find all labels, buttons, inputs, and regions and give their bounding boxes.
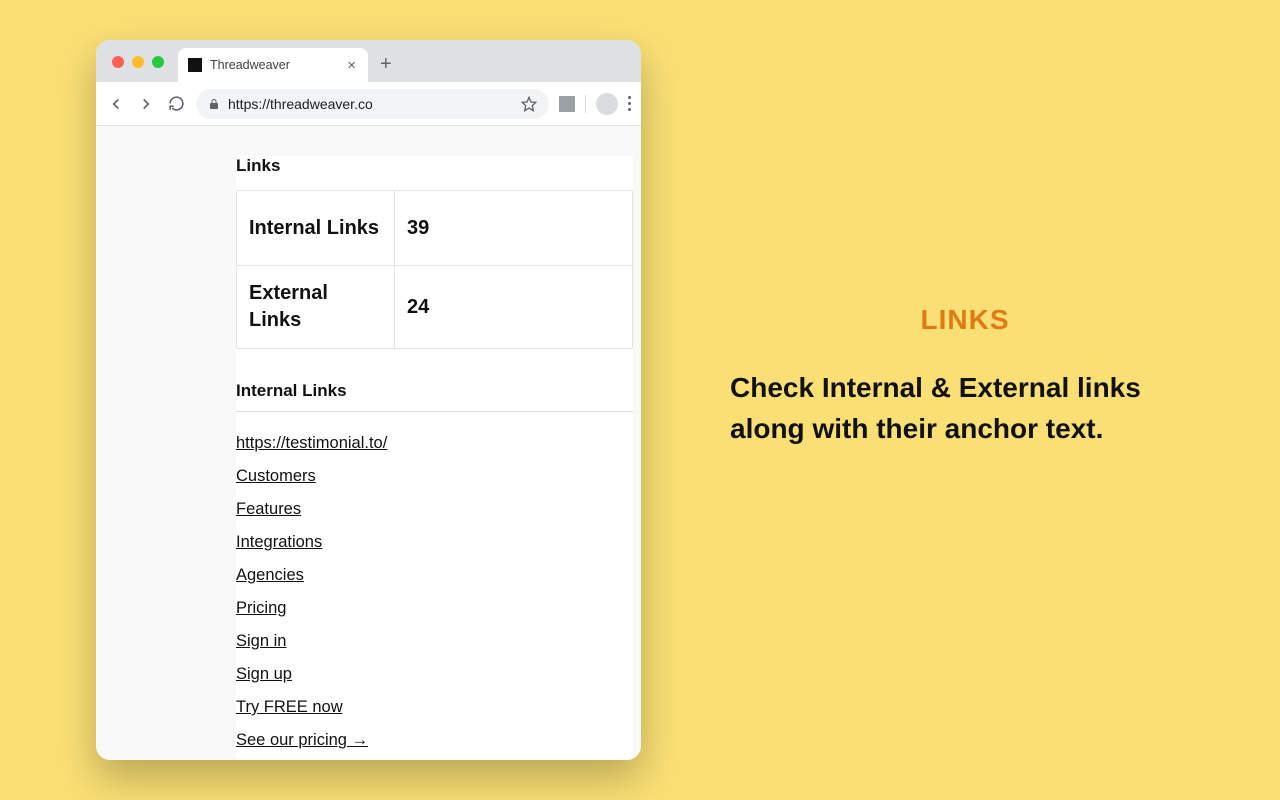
list-item[interactable]: See our pricing → xyxy=(236,731,368,750)
bookmark-star-icon[interactable] xyxy=(521,96,537,112)
browser-window: Threadweaver × + https://threadweaver.co… xyxy=(96,40,641,760)
browser-toolbar: https://threadweaver.co xyxy=(96,82,641,126)
list-item[interactable]: Customers xyxy=(236,467,316,486)
links-summary-table: Internal Links 39 External Links 24 xyxy=(236,190,633,349)
forward-button[interactable] xyxy=(136,94,156,114)
promo-description: Check Internal & External links along wi… xyxy=(730,368,1200,449)
internal-links-list: https://testimonial.to/ Customers Featur… xyxy=(236,434,633,750)
toolbar-divider xyxy=(585,95,586,113)
url-text: https://threadweaver.co xyxy=(228,96,513,112)
lock-icon xyxy=(208,98,220,110)
links-section-heading: Links xyxy=(236,156,633,176)
close-tab-button[interactable]: × xyxy=(345,57,358,74)
internal-links-heading: Internal Links xyxy=(236,381,633,412)
favicon-icon xyxy=(188,58,202,72)
internal-links-value: 39 xyxy=(395,191,632,265)
tab-strip: Threadweaver × + xyxy=(96,40,641,82)
menu-button[interactable] xyxy=(628,96,631,111)
list-item[interactable]: Pricing xyxy=(236,599,286,618)
reload-button[interactable] xyxy=(166,94,186,114)
tab-title: Threadweaver xyxy=(210,58,345,72)
table-row: Internal Links 39 xyxy=(237,191,632,265)
internal-links-label: Internal Links xyxy=(237,191,395,265)
list-item[interactable]: Features xyxy=(236,500,301,519)
content-pane: Links Internal Links 39 External Links 2… xyxy=(236,156,633,760)
back-button[interactable] xyxy=(106,94,126,114)
external-links-label: External Links xyxy=(237,266,395,348)
list-item[interactable]: Try FREE now xyxy=(236,698,343,717)
profile-avatar[interactable] xyxy=(596,93,618,115)
external-links-value: 24 xyxy=(395,266,632,348)
list-item[interactable]: Sign in xyxy=(236,632,286,651)
minimize-window-button[interactable] xyxy=(132,56,144,68)
address-bar[interactable]: https://threadweaver.co xyxy=(196,89,549,119)
table-row: External Links 24 xyxy=(237,265,632,348)
browser-tab[interactable]: Threadweaver × xyxy=(178,48,368,82)
maximize-window-button[interactable] xyxy=(152,56,164,68)
close-window-button[interactable] xyxy=(112,56,124,68)
promo-title: LINKS xyxy=(730,304,1200,336)
window-controls xyxy=(112,56,164,68)
list-item[interactable]: https://testimonial.to/ xyxy=(236,434,387,453)
promo-panel: LINKS Check Internal & External links al… xyxy=(730,304,1200,449)
new-tab-button[interactable]: + xyxy=(380,53,392,76)
list-item[interactable]: Integrations xyxy=(236,533,322,552)
page-body: Links Internal Links 39 External Links 2… xyxy=(96,126,641,760)
extension-icon[interactable] xyxy=(559,96,575,112)
list-item[interactable]: Sign up xyxy=(236,665,292,684)
list-item[interactable]: Agencies xyxy=(236,566,304,585)
